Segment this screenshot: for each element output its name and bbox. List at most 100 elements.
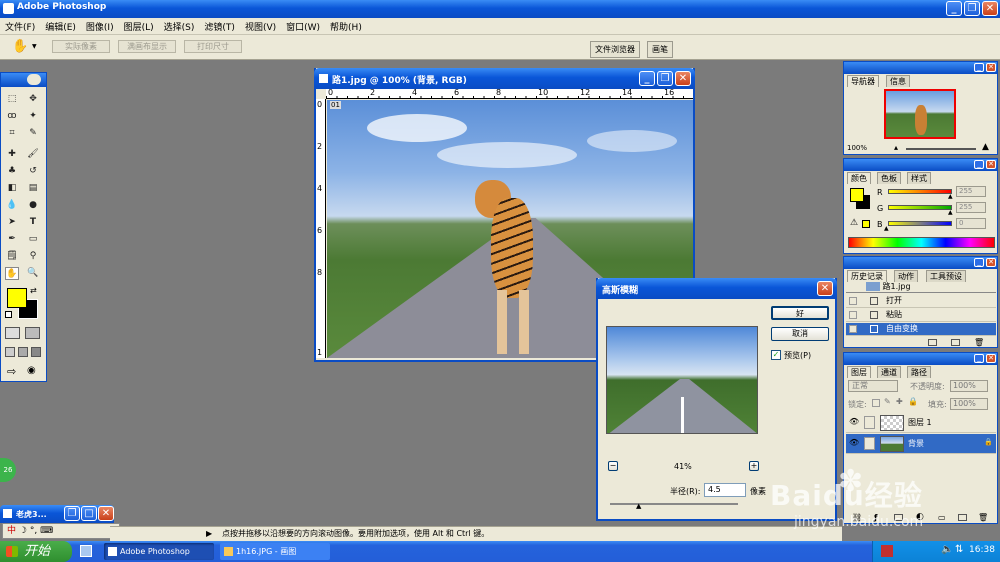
zoom-out-button[interactable]: − xyxy=(608,461,618,471)
channel-value-field[interactable]: 0 xyxy=(956,218,986,229)
tray-app-icon[interactable] xyxy=(881,545,893,557)
tab-color[interactable]: 颜色 xyxy=(847,172,871,184)
notes-tool-icon[interactable]: 🗒 xyxy=(5,250,19,263)
history-brush-tool-icon[interactable]: ↺ xyxy=(26,165,40,178)
channel-slider-thumb[interactable]: ▲ xyxy=(948,193,953,200)
ok-button[interactable]: 好 xyxy=(771,306,829,320)
ime-moon-icon[interactable]: ☽ xyxy=(19,526,27,536)
color-foreground-swatch[interactable] xyxy=(850,188,864,202)
actual-pixels-button[interactable]: 实际像素 xyxy=(52,40,110,53)
app-minimize-button[interactable]: _ xyxy=(946,1,962,16)
layer-link-cell[interactable] xyxy=(864,416,875,429)
new-document-from-state-icon[interactable] xyxy=(928,339,937,346)
volume-icon[interactable]: 🔈 xyxy=(941,544,953,555)
navigator-zoom-slider[interactable] xyxy=(906,148,976,150)
layer-visibility-eye-icon[interactable]: 👁 xyxy=(849,417,859,426)
clone-stamp-tool-icon[interactable]: ♣ xyxy=(5,165,19,178)
menu-image[interactable]: 图像(I) xyxy=(81,18,119,35)
jump-to-imageready-icon[interactable]: ⇨ xyxy=(7,365,16,378)
tab-swatches[interactable]: 色板 xyxy=(877,172,901,184)
channel-slider-thumb[interactable]: ▲ xyxy=(948,209,953,216)
panel-minimize-button[interactable]: _ xyxy=(974,354,984,363)
minimized-close-button[interactable]: ✕ xyxy=(98,506,114,521)
history-snapshot[interactable]: 路1.jpg xyxy=(846,282,996,293)
slice-tool-icon[interactable]: ✎ xyxy=(26,127,40,140)
fit-screen-button[interactable]: 满画布显示 xyxy=(118,40,176,53)
tab-info[interactable]: 信息 xyxy=(886,75,910,87)
radius-slider[interactable] xyxy=(610,503,738,505)
minimized-restore-button[interactable]: ❐ xyxy=(64,506,80,521)
minimized-maximize-button[interactable]: □ xyxy=(81,506,97,521)
tab-tool-presets[interactable]: 工具预设 xyxy=(926,270,966,282)
color-spectrum-bar[interactable] xyxy=(848,237,995,248)
tab-paths[interactable]: 路径 xyxy=(907,366,931,378)
screen-mode-standard-icon[interactable] xyxy=(5,347,15,357)
start-button[interactable]: 开始 xyxy=(0,541,72,562)
panel-close-button[interactable]: ✕ xyxy=(986,258,996,267)
history-item-checkbox[interactable] xyxy=(849,325,857,333)
zoom-tool-icon[interactable]: 🔍 xyxy=(26,267,40,280)
tab-actions[interactable]: 动作 xyxy=(894,270,918,282)
delete-state-icon[interactable]: 🗑 xyxy=(974,338,984,347)
gamut-warning-icon[interactable]: ⚠ xyxy=(850,218,858,228)
blur-tool-icon[interactable]: 💧 xyxy=(5,199,19,212)
healing-brush-tool-icon[interactable]: ✚ xyxy=(5,148,19,161)
channel-slider-thumb[interactable]: ▲ xyxy=(884,225,889,232)
history-item[interactable]: 粘贴 xyxy=(846,309,996,322)
lock-transparent-icon[interactable] xyxy=(872,399,880,407)
path-selection-tool-icon[interactable]: ➤ xyxy=(5,216,19,229)
minimized-window[interactable]: 老虎3... ❐ □ ✕ xyxy=(0,505,114,523)
menu-filter[interactable]: 滤镜(T) xyxy=(199,18,240,35)
channel-slider[interactable] xyxy=(888,189,952,194)
panel-close-button[interactable]: ✕ xyxy=(986,63,996,72)
gradient-tool-icon[interactable]: ▤ xyxy=(26,182,40,195)
network-icon[interactable]: ⇅ xyxy=(955,544,963,555)
screen-mode-full-menu-icon[interactable] xyxy=(18,347,28,357)
zoom-in-icon[interactable]: ▲ xyxy=(982,142,989,152)
new-snapshot-icon[interactable] xyxy=(951,339,960,346)
zoom-out-icon[interactable]: ▴ xyxy=(894,143,898,152)
radius-input[interactable]: 4.5 xyxy=(704,483,746,497)
eyedropper-tool-icon[interactable]: ⚲ xyxy=(26,250,40,263)
type-tool-icon[interactable]: T xyxy=(26,216,40,229)
panel-close-button[interactable]: ✕ xyxy=(986,354,996,363)
dodge-tool-icon[interactable]: ● xyxy=(26,199,40,212)
tab-styles[interactable]: 样式 xyxy=(907,172,931,184)
menu-window[interactable]: 窗口(W) xyxy=(281,18,325,35)
screen-mode-full-icon[interactable] xyxy=(31,347,41,357)
tab-history[interactable]: 历史记录 xyxy=(847,270,887,282)
ime-keyboard-icon[interactable]: ⌨ xyxy=(40,526,53,536)
app-close-button[interactable]: ✕ xyxy=(982,1,998,16)
ime-punct-icon[interactable]: °, xyxy=(30,526,37,536)
doc-maximize-button[interactable]: ❐ xyxy=(657,71,673,86)
menu-edit[interactable]: 编辑(E) xyxy=(40,18,81,35)
tab-layers[interactable]: 图层 xyxy=(847,366,871,378)
cancel-button[interactable]: 取消 xyxy=(771,327,829,341)
pen-tool-icon[interactable]: ✒ xyxy=(5,233,19,246)
taskbar-photoshop[interactable]: Adobe Photoshop xyxy=(104,543,214,560)
palette-well-file-browser[interactable]: 文件浏览器 xyxy=(590,41,640,58)
channel-value-field[interactable]: 255 xyxy=(956,202,986,213)
blend-mode-select[interactable]: 正常 xyxy=(848,380,898,392)
foreground-color-swatch[interactable] xyxy=(7,288,27,308)
marquee-tool-icon[interactable]: ⬚ xyxy=(5,93,19,106)
standard-mode-icon[interactable] xyxy=(5,327,20,339)
crop-tool-icon[interactable]: ⌗ xyxy=(5,127,19,140)
tab-navigator[interactable]: 导航器 xyxy=(847,75,879,87)
imageready-icon[interactable]: ◉ xyxy=(27,365,36,376)
magic-wand-tool-icon[interactable]: ✦ xyxy=(26,110,40,123)
lock-position-icon[interactable]: ✚ xyxy=(896,397,903,406)
move-tool-icon[interactable]: ✥ xyxy=(26,93,40,106)
lasso-tool-icon[interactable]: ꝏ xyxy=(5,110,19,123)
menu-select[interactable]: 选择(S) xyxy=(159,18,200,35)
palette-well-brushes[interactable]: 画笔 xyxy=(647,41,673,58)
panel-minimize-button[interactable]: _ xyxy=(974,160,984,169)
quick-mask-mode-icon[interactable] xyxy=(25,327,40,339)
layer-row[interactable]: 👁 图层 1 xyxy=(846,413,996,433)
menu-file[interactable]: 文件(F) xyxy=(0,18,40,35)
doc-minimize-button[interactable]: _ xyxy=(639,71,655,86)
menu-view[interactable]: 视图(V) xyxy=(240,18,281,35)
history-item[interactable]: 打开 xyxy=(846,295,996,308)
hand-tool-icon[interactable]: ✋ xyxy=(5,267,19,280)
hand-tool-preset-icon[interactable]: ✋ xyxy=(12,39,28,54)
